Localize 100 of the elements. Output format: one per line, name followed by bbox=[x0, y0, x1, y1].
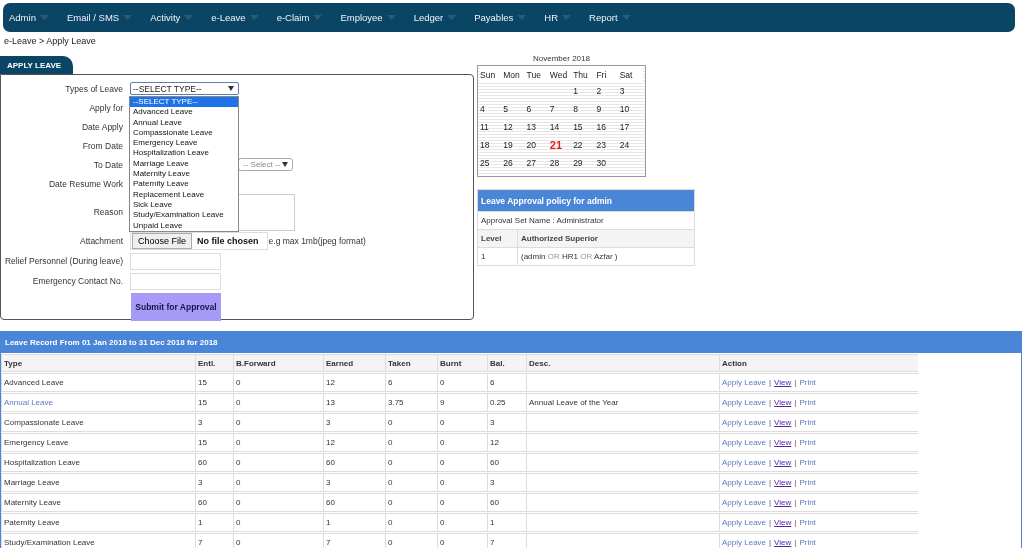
calendar-day[interactable]: 4 bbox=[480, 104, 485, 114]
time-select[interactable]: -- Select -- bbox=[238, 158, 293, 171]
dropdown-option[interactable]: Advanced Leave bbox=[130, 107, 238, 118]
file-field[interactable]: Choose File No file chosen bbox=[130, 232, 268, 250]
submit-button[interactable]: Submit for Approval bbox=[131, 293, 221, 321]
table-cell: 60 bbox=[195, 453, 233, 472]
calendar-day[interactable]: 25 bbox=[480, 158, 490, 168]
action-link[interactable]: Apply Leave bbox=[722, 458, 767, 467]
input-field[interactable] bbox=[130, 252, 221, 270]
calendar-day[interactable]: 22 bbox=[573, 140, 583, 150]
calendar-day[interactable]: 13 bbox=[526, 122, 537, 132]
dropdown-option[interactable]: Replacement Leave bbox=[130, 189, 238, 200]
table-cell: Hospitalization Leave bbox=[1, 453, 195, 472]
calendar-day[interactable]: 3 bbox=[619, 86, 625, 96]
calendar-day[interactable]: 19 bbox=[503, 140, 513, 150]
calendar-day[interactable]: 20 bbox=[526, 140, 537, 150]
menu-item[interactable]: e-Leave bbox=[211, 12, 271, 23]
calendar-day[interactable]: 11 bbox=[480, 122, 489, 132]
calendar-day[interactable]: 1 bbox=[573, 86, 578, 96]
calendar-day[interactable]: 18 bbox=[480, 140, 490, 150]
action-link[interactable]: Apply Leave bbox=[722, 498, 767, 507]
action-link[interactable]: Print bbox=[799, 418, 816, 427]
menu-item[interactable]: Report bbox=[589, 12, 643, 23]
action-link[interactable]: Apply Leave bbox=[722, 398, 767, 407]
calendar-day[interactable]: 27 bbox=[526, 158, 537, 168]
dropdown-option[interactable]: Unpaid Leave bbox=[130, 220, 238, 231]
action-link[interactable]: Print bbox=[799, 478, 816, 487]
dropdown-option[interactable]: Compassionate Leave bbox=[130, 127, 238, 139]
menu-item[interactable]: HR bbox=[544, 12, 584, 23]
calendar-day[interactable]: 24 bbox=[619, 140, 630, 150]
action-link[interactable]: Print bbox=[799, 438, 816, 447]
dropdown-option[interactable]: Marriage Leave bbox=[130, 158, 238, 170]
calendar-day[interactable]: 16 bbox=[596, 122, 606, 132]
leave-type-select[interactable]: --SELECT TYPE-- bbox=[130, 82, 239, 95]
calendar-day[interactable]: 10 bbox=[619, 104, 630, 114]
action-link[interactable]: Print bbox=[799, 538, 816, 547]
calendar-day[interactable]: 15 bbox=[573, 122, 583, 132]
action-link[interactable]: Print bbox=[799, 378, 816, 387]
calendar-day[interactable]: 12 bbox=[503, 122, 513, 132]
dropdown-option[interactable]: --SELECT TYPE-- bbox=[130, 97, 238, 108]
caret-icon bbox=[313, 15, 323, 20]
dropdown-option[interactable]: Emergency Leave bbox=[130, 138, 238, 149]
menu-item[interactable]: Email / SMS bbox=[66, 12, 145, 23]
calendar-day[interactable]: 6 bbox=[526, 104, 532, 114]
file-status: No file chosen bbox=[197, 236, 259, 246]
calendar-day[interactable]: 23 bbox=[596, 140, 606, 150]
menu-item[interactable]: Admin bbox=[9, 12, 61, 23]
calendar-day[interactable]: 9 bbox=[596, 104, 602, 114]
action-link[interactable]: View bbox=[774, 378, 792, 387]
action-link[interactable]: Print bbox=[799, 398, 816, 407]
separator: | bbox=[769, 538, 772, 547]
field-label: Attachment bbox=[79, 236, 123, 246]
tab[interactable]: APPLY LEAVE bbox=[0, 56, 74, 74]
action-link[interactable]: View bbox=[774, 518, 792, 527]
dropdown-option[interactable]: Paternity Leave bbox=[130, 179, 238, 190]
choose-file-button[interactable]: Choose File bbox=[132, 233, 193, 249]
menu-item[interactable]: Employee bbox=[340, 12, 408, 23]
action-link[interactable]: Apply Leave bbox=[722, 418, 767, 427]
table-cell: Maternity Leave bbox=[1, 493, 195, 512]
input-field[interactable] bbox=[130, 272, 221, 290]
action-link[interactable]: View bbox=[774, 438, 792, 447]
action-link[interactable]: Apply Leave bbox=[722, 478, 767, 487]
action-link[interactable]: Print bbox=[799, 518, 816, 527]
calendar-day[interactable]: 5 bbox=[503, 104, 508, 114]
action-link[interactable]: Apply Leave bbox=[722, 538, 767, 547]
action-link[interactable]: Print bbox=[799, 458, 816, 467]
leave-type-link[interactable]: Annual Leave bbox=[1, 393, 195, 412]
calendar-day[interactable]: 26 bbox=[503, 158, 513, 168]
calendar-day[interactable]: 8 bbox=[573, 104, 578, 114]
calendar-day[interactable]: 17 bbox=[619, 122, 630, 132]
action-link[interactable]: Print bbox=[799, 498, 816, 507]
action-link[interactable]: Apply Leave bbox=[722, 378, 767, 387]
menu-item[interactable]: e-Claim bbox=[276, 12, 335, 23]
menu-item[interactable]: Payables bbox=[474, 12, 539, 23]
table-cell: 0 bbox=[233, 453, 323, 472]
menu-item[interactable]: Ledger bbox=[413, 12, 469, 23]
calendar-day[interactable]: 14 bbox=[549, 122, 560, 132]
action-link[interactable]: View bbox=[774, 498, 792, 507]
table-cell: 0 bbox=[437, 453, 487, 472]
dropdown-option[interactable]: Study/Examination Leave bbox=[130, 210, 238, 221]
action-link[interactable]: View bbox=[774, 538, 792, 547]
action-link[interactable]: Apply Leave bbox=[722, 438, 767, 447]
dropdown-option[interactable]: Annual Leave bbox=[130, 117, 238, 128]
separator: | bbox=[769, 478, 772, 487]
calendar-day[interactable]: 29 bbox=[573, 158, 583, 168]
calendar-day[interactable]: 7 bbox=[549, 104, 555, 114]
action-link[interactable]: View bbox=[774, 458, 792, 467]
calendar-day[interactable]: 21 bbox=[549, 139, 563, 151]
menu-item[interactable]: Activity bbox=[150, 12, 206, 23]
table-cell: 0 bbox=[385, 433, 437, 452]
dropdown-option[interactable]: Hospitalization Leave bbox=[130, 148, 238, 159]
action-link[interactable]: View bbox=[774, 478, 792, 487]
calendar-day[interactable]: 30 bbox=[596, 158, 606, 168]
dropdown-option[interactable]: Sick Leave bbox=[130, 199, 238, 211]
action-link[interactable]: Apply Leave bbox=[722, 518, 767, 527]
dropdown-option[interactable]: Maternity Leave bbox=[130, 169, 238, 180]
calendar-day[interactable]: 2 bbox=[596, 86, 602, 96]
action-link[interactable]: View bbox=[774, 418, 792, 427]
action-link[interactable]: View bbox=[774, 398, 792, 407]
calendar-day[interactable]: 28 bbox=[549, 158, 560, 168]
